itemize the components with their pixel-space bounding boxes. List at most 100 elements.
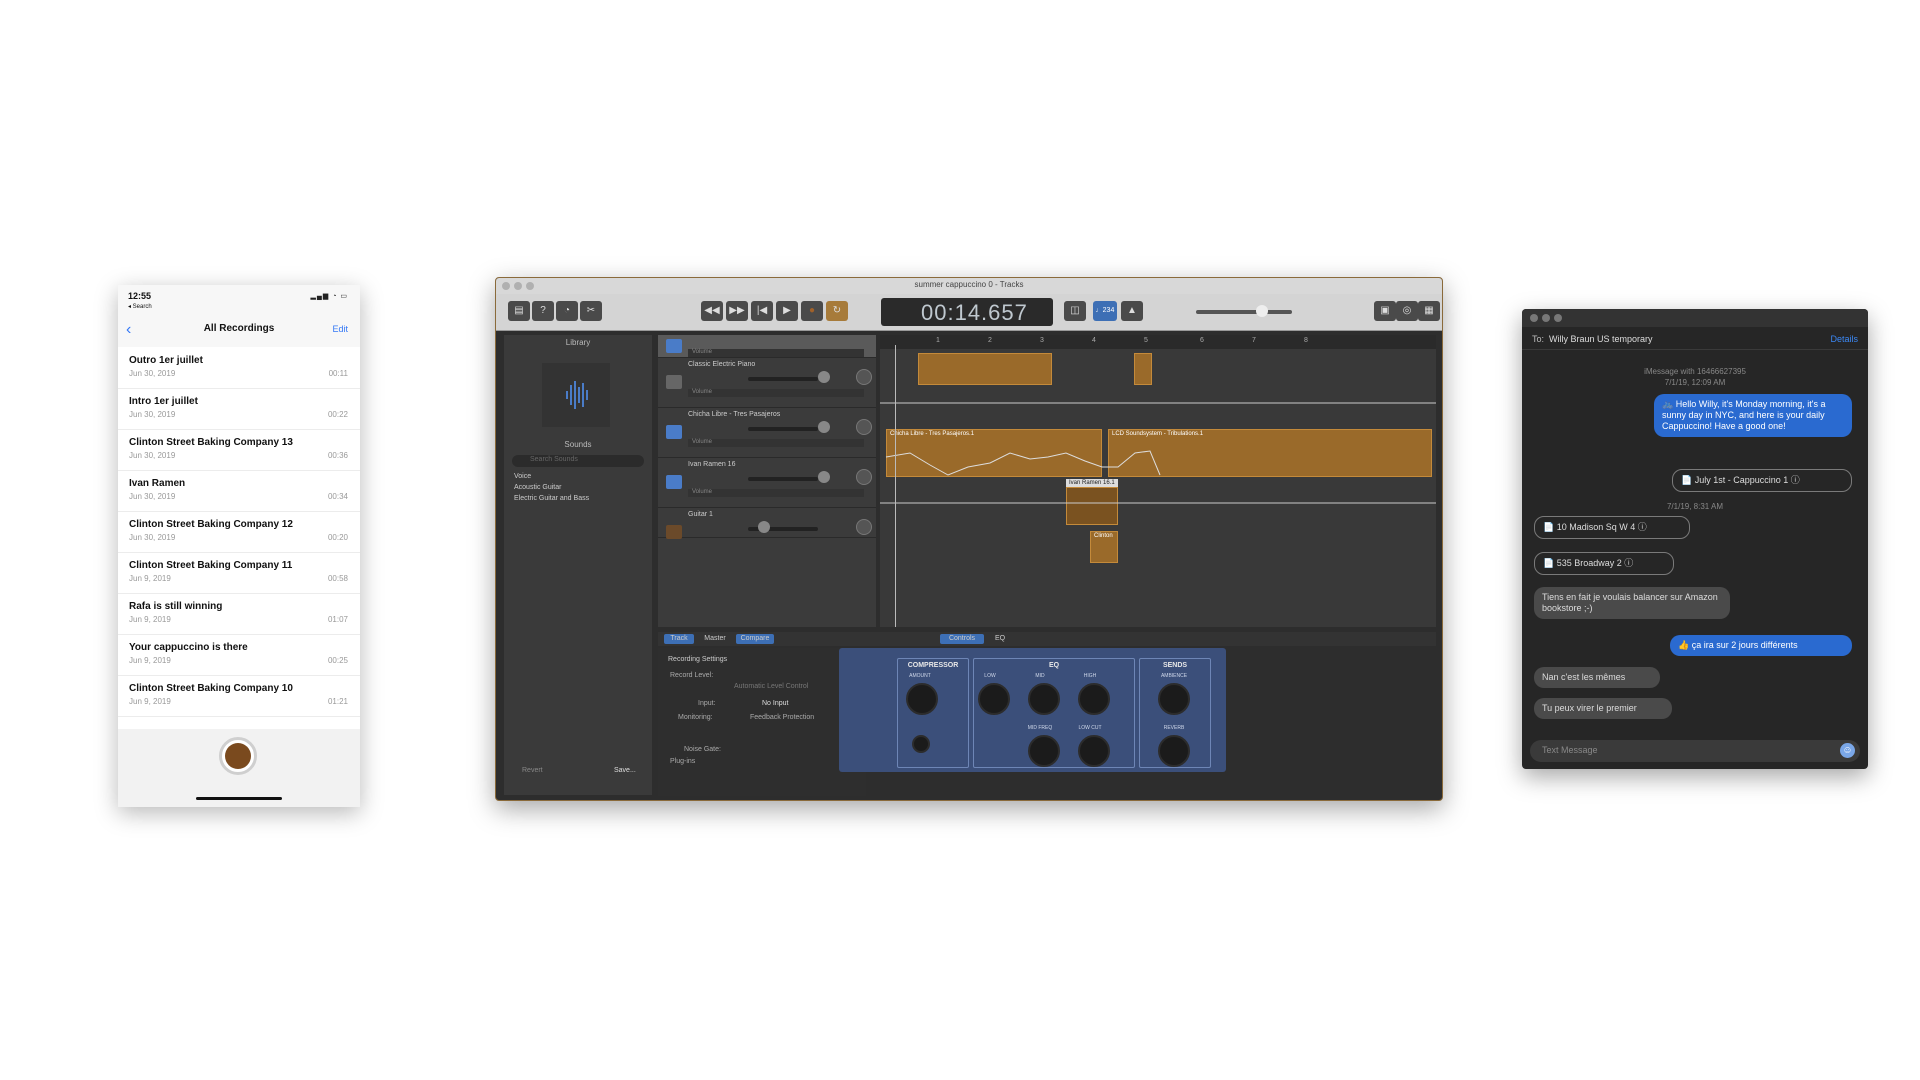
tab-compare[interactable]: Compare <box>736 634 774 644</box>
eq-mid-knob[interactable] <box>1028 683 1060 715</box>
track-header[interactable]: Ivan Ramen 16 Volume <box>658 457 876 508</box>
recording-duration: 00:25 <box>327 656 348 665</box>
tuner-icon[interactable]: ◫ <box>1064 301 1086 321</box>
list-item[interactable]: Clinton Street Baking Company 12 Jun 30,… <box>118 511 360 553</box>
recipient-field[interactable]: To: Willy Braun US temporary <box>1532 334 1653 344</box>
time-readout: 00:14.657 <box>921 300 1028 325</box>
file-attachment-bubble[interactable]: 📄 10 Madison Sq W 4 ⓘ <box>1534 516 1690 539</box>
message-bubble-outgoing[interactable]: 🚲 Hello Willy, it's Monday morning, it's… <box>1654 394 1852 437</box>
feedback-checkbox[interactable]: Feedback Protection <box>750 714 814 721</box>
list-item[interactable]: Ivan Ramen Jun 30, 2019 00:34 <box>118 470 360 512</box>
reverb-knob[interactable] <box>1158 735 1190 767</box>
track-pan-knob[interactable] <box>856 519 872 535</box>
mid-freq-knob[interactable] <box>1028 735 1060 767</box>
track-volume-fader[interactable] <box>748 377 818 381</box>
help-icon[interactable]: ? <box>532 301 554 321</box>
recording-duration: 00:58 <box>327 574 348 583</box>
list-item[interactable]: Rafa is still winning Jun 9, 2019 01:07 <box>118 593 360 635</box>
list-item[interactable]: Clinton Street Baking Company 10 Jun 9, … <box>118 675 360 717</box>
recordings-list: Outro 1er juillet Jun 30, 2019 00:11 Int… <box>118 347 360 735</box>
count-in-button[interactable]: ♩234 <box>1093 301 1117 321</box>
record-icon[interactable]: ● <box>801 301 823 321</box>
list-item[interactable]: Your cappuccino is there Jun 9, 2019 00:… <box>118 634 360 676</box>
eq-low-knob[interactable] <box>978 683 1010 715</box>
compressor-switch[interactable] <box>912 735 930 753</box>
cycle-icon[interactable]: ↻ <box>826 301 848 321</box>
emoji-icon[interactable]: ☺ <box>1840 743 1855 758</box>
tab-eq[interactable]: EQ <box>988 634 1012 644</box>
edit-button[interactable]: Edit <box>332 324 348 334</box>
file-attachment-bubble[interactable]: 📄 535 Broadway 2 ⓘ <box>1534 552 1674 575</box>
smart-controls-icon[interactable]: ◔ <box>556 301 578 321</box>
back-to-search[interactable]: ◂ Search <box>128 303 152 310</box>
track-header[interactable]: Classic Electric Piano Volume <box>658 357 876 408</box>
track-pan-knob[interactable] <box>856 469 872 485</box>
library-item-voice[interactable]: Voice <box>514 473 531 480</box>
notepad-icon[interactable]: ▣ <box>1374 301 1396 321</box>
rewind-icon[interactable]: ◀◀ <box>701 301 723 321</box>
eq-high-knob[interactable] <box>1078 683 1110 715</box>
amount-knob[interactable] <box>906 683 938 715</box>
tracks-area[interactable]: 1 2 3 4 5 6 7 8 Chicha Libre - Tres Pasa… <box>880 335 1436 627</box>
library-header: Library <box>565 338 591 347</box>
media-browser-icon[interactable]: ▦ <box>1418 301 1440 321</box>
message-bubble-incoming[interactable]: Nan c'est les mêmes <box>1534 667 1660 688</box>
play-icon[interactable]: ▶ <box>776 301 798 321</box>
loops-icon[interactable]: ◎ <box>1396 301 1418 321</box>
metronome-icon[interactable]: ▲ <box>1121 301 1143 321</box>
track-volume-knob[interactable] <box>818 421 830 433</box>
automation-curve[interactable] <box>880 335 1436 627</box>
record-button[interactable] <box>219 737 257 775</box>
recording-duration: 00:20 <box>327 533 348 542</box>
close-window-button[interactable] <box>1530 314 1538 322</box>
message-bubble-outgoing[interactable]: 👍 ça ira sur 2 jours différents <box>1670 635 1852 656</box>
track-volume-knob[interactable] <box>758 521 770 533</box>
track-volume-knob[interactable] <box>818 471 830 483</box>
ambience-knob[interactable] <box>1158 683 1190 715</box>
time-display[interactable]: 00:14.657 <box>881 298 1053 326</box>
minimize-window-button[interactable] <box>1542 314 1550 322</box>
low-cut-knob[interactable] <box>1078 735 1110 767</box>
message-bubble-incoming[interactable]: Tu peux virer le premier <box>1534 698 1672 719</box>
scissors-icon[interactable]: ✂ <box>580 301 602 321</box>
track-name: Guitar 1 <box>688 511 713 518</box>
track-header[interactable]: Volume <box>658 335 876 358</box>
track-pan-knob[interactable] <box>856 419 872 435</box>
zoom-window-button[interactable] <box>1554 314 1562 322</box>
revert-button[interactable]: Revert <box>522 767 543 774</box>
message-bubble-incoming[interactable]: Tiens en fait je voulais balancer sur Am… <box>1534 587 1730 619</box>
library-item-electric-guitar-bass[interactable]: Electric Guitar and Bass <box>514 495 589 502</box>
list-item[interactable]: Clinton Street Baking Company 13 Jun 30,… <box>118 429 360 471</box>
list-item[interactable]: Intro 1er juillet Jun 30, 2019 00:22 <box>118 388 360 430</box>
input-select[interactable]: No Input <box>762 700 788 707</box>
track-header[interactable]: Guitar 1 <box>658 507 876 539</box>
track-volume-knob[interactable] <box>818 371 830 383</box>
tab-master[interactable]: Master <box>698 634 732 644</box>
compressor-title: COMPRESSOR <box>907 662 959 669</box>
track-volume-fader[interactable] <box>748 427 818 431</box>
go-to-start-icon[interactable]: |◀ <box>751 301 773 321</box>
search-sounds-input[interactable]: Search Sounds <box>512 455 644 467</box>
track-volume-fader[interactable] <box>748 477 818 481</box>
track-pan-knob[interactable] <box>856 369 872 385</box>
details-button[interactable]: Details <box>1830 334 1858 344</box>
save-button[interactable]: Save... <box>614 767 636 774</box>
recording-settings-title[interactable]: Recording Settings <box>668 656 727 663</box>
plugins-disclosure[interactable]: Plug-ins <box>670 758 695 765</box>
fast-forward-icon[interactable]: ▶▶ <box>726 301 748 321</box>
message-input[interactable]: Text Message <box>1530 740 1860 762</box>
master-volume-knob[interactable] <box>1256 305 1268 317</box>
list-item[interactable]: Outro 1er juillet Jun 30, 2019 00:11 <box>118 347 360 389</box>
list-item[interactable]: Clinton Street Baking Company 11 Jun 9, … <box>118 552 360 594</box>
master-volume-slider[interactable] <box>1196 310 1292 314</box>
tab-track[interactable]: Track <box>664 634 694 644</box>
auto-level-checkbox[interactable]: Automatic Level Control <box>734 683 808 690</box>
file-attachment-bubble[interactable]: 📄 July 1st - Cappuccino 1 ⓘ <box>1672 469 1852 492</box>
track-header[interactable]: Chicha Libre - Tres Pasajeros Volume <box>658 407 876 458</box>
tab-controls[interactable]: Controls <box>940 634 984 644</box>
library-item-acoustic-guitar[interactable]: Acoustic Guitar <box>514 484 561 491</box>
playhead[interactable] <box>895 345 896 627</box>
noise-gate-label[interactable]: Noise Gate: <box>684 746 721 753</box>
library-icon[interactable]: ▤ <box>508 301 530 321</box>
amount-label: AMOUNT <box>909 673 931 679</box>
